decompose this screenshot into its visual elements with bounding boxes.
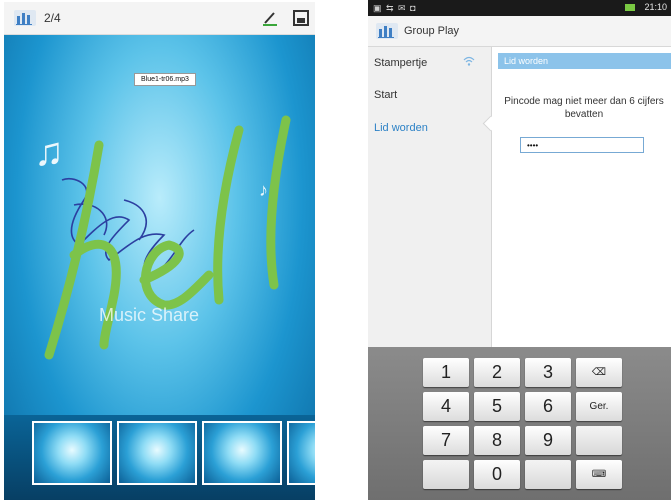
pin-message: Pincode mag niet meer dan 6 cijfers beva… <box>504 96 664 120</box>
thumbnail-4[interactable] <box>287 421 315 485</box>
key-8[interactable]: 8 <box>474 426 520 455</box>
blank-key <box>423 460 469 489</box>
backspace-key[interactable]: ⌫ <box>576 358 622 387</box>
wifi-icon <box>463 56 475 69</box>
action-bar: 2/4 <box>4 2 315 35</box>
key-3[interactable]: 3 <box>525 358 571 387</box>
key-6[interactable]: 6 <box>525 392 571 421</box>
thumbnail-3[interactable] <box>202 421 282 485</box>
blank-key <box>525 460 571 489</box>
clock: 21:10 <box>644 2 667 12</box>
drawing-canvas[interactable]: Blue1-tr06.mp3 ♫ ♪ hell Music Share <box>4 35 315 500</box>
left-phone-screen: 2/4 Blue1-tr06.mp3 ♫ ♪ hell Music Share <box>0 0 318 500</box>
join-panel: Lid worden Pincode mag niet meer dan 6 c… <box>492 47 671 347</box>
right-tablet-screen: ▣ ⇆ ✉ ◘ 21:10 Group Play Stampertje Star… <box>368 0 671 500</box>
menu-item-stampertje[interactable]: Stampertje <box>374 57 427 69</box>
key-9[interactable]: 9 <box>525 426 571 455</box>
key-2[interactable]: 2 <box>474 358 520 387</box>
side-menu: Stampertje Start Lid worden <box>368 47 492 347</box>
numeric-keyboard: 1 2 3 ⌫ 4 5 6 Ger. 7 8 9 0 ⌨ <box>368 347 671 500</box>
page-indicator: 2/4 <box>44 11 61 25</box>
group-play-icon[interactable] <box>14 10 36 26</box>
group-play-icon[interactable] <box>376 23 398 39</box>
music-share-caption: Music Share <box>99 305 200 325</box>
battery-icon <box>625 4 635 11</box>
pin-input[interactable]: •••• <box>520 137 644 153</box>
action-bar: Group Play <box>368 16 671 47</box>
keyboard-switch-key[interactable]: ⌨ <box>576 460 622 489</box>
menu-item-lid-worden[interactable]: Lid worden <box>374 122 428 134</box>
pen-icon[interactable] <box>260 8 280 28</box>
backspace-icon: ⌫ <box>591 367 607 378</box>
key-7[interactable]: 7 <box>423 426 469 455</box>
panel-header: Lid worden <box>498 53 671 69</box>
key-1[interactable]: 1 <box>423 358 469 387</box>
panel-title: Lid worden <box>504 56 549 66</box>
thumbnail-1[interactable] <box>32 421 112 485</box>
menu-item-start[interactable]: Start <box>374 89 397 101</box>
done-key[interactable]: Ger. <box>576 392 622 421</box>
status-icons: ▣ ⇆ ✉ ◘ <box>373 3 417 13</box>
key-0[interactable]: 0 <box>474 460 520 489</box>
blank-key <box>576 426 622 455</box>
thumbnail-2[interactable] <box>117 421 197 485</box>
save-icon[interactable] <box>291 8 311 28</box>
keyboard-icon: ⌨ <box>591 469 607 480</box>
app-title: Group Play <box>404 25 460 37</box>
status-bar: ▣ ⇆ ✉ ◘ 21:10 <box>368 0 671 16</box>
key-5[interactable]: 5 <box>474 392 520 421</box>
key-4[interactable]: 4 <box>423 392 469 421</box>
